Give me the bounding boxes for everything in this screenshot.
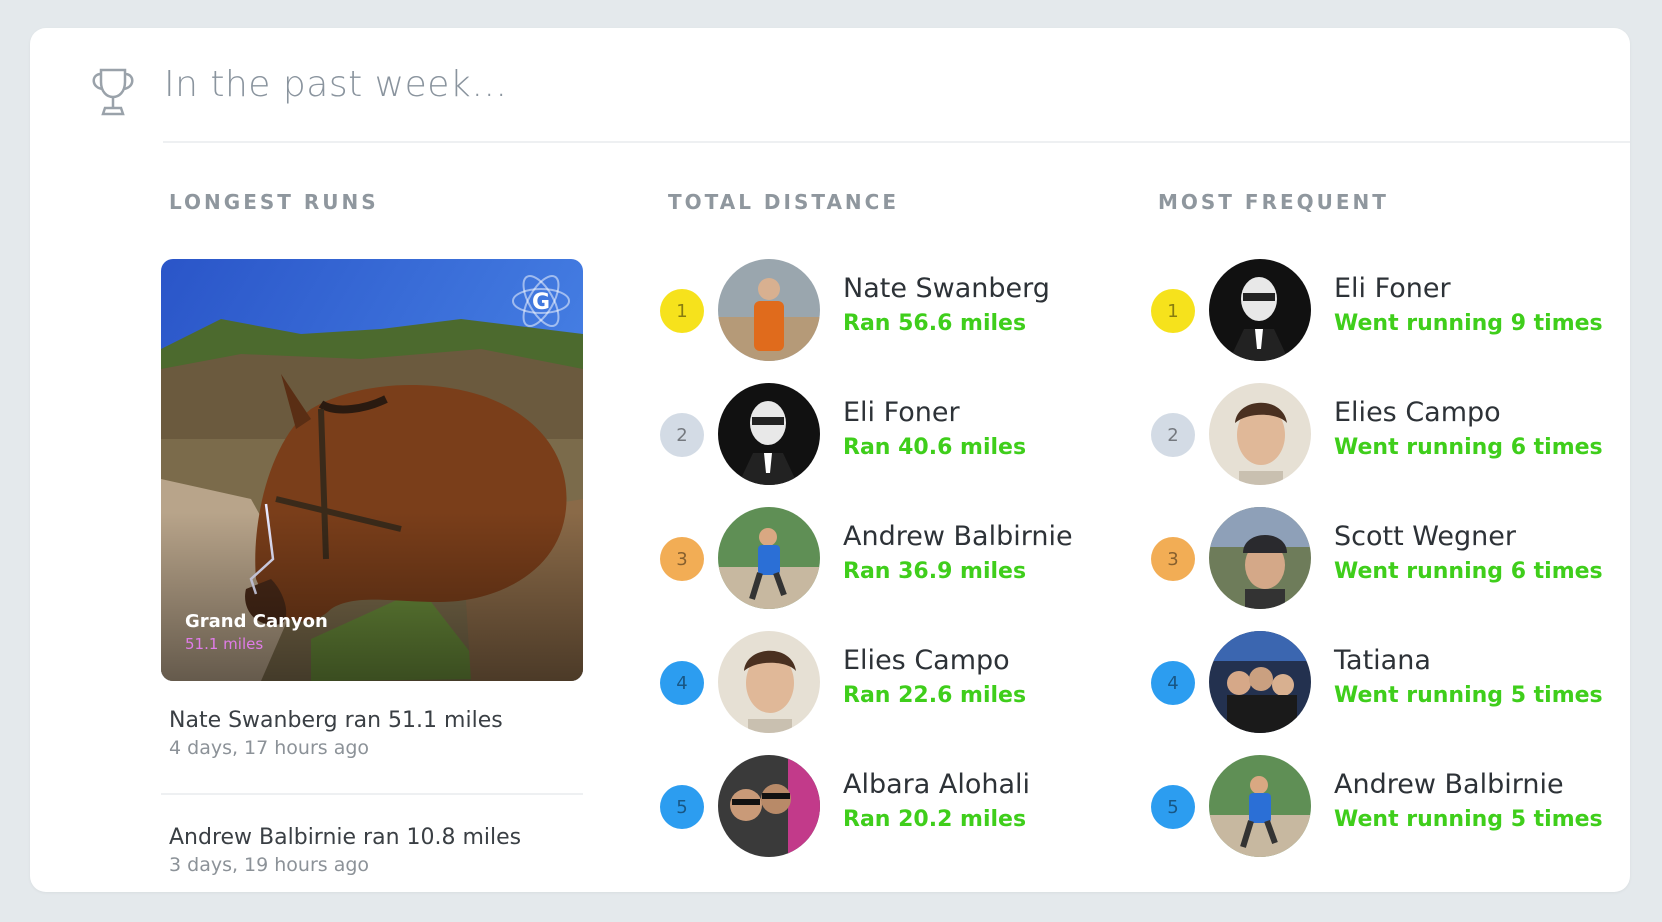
- header-divider: [163, 141, 1630, 143]
- avatar[interactable]: [718, 631, 820, 733]
- run-divider: [161, 793, 583, 795]
- runner-stat: Went running 6 times: [1334, 435, 1603, 460]
- rank-badge: 4: [1151, 661, 1195, 705]
- runner-stat: Ran 40.6 miles: [843, 435, 1027, 460]
- avatar[interactable]: [718, 507, 820, 609]
- rank-badge: 1: [660, 289, 704, 333]
- runner-stat: Ran 22.6 miles: [843, 683, 1027, 708]
- runner-stat: Went running 6 times: [1334, 559, 1603, 584]
- header: In the past week…: [30, 28, 1630, 143]
- rank-badge: 2: [1151, 413, 1195, 457]
- run-photo-image: G Grand Canyon 51.1 miles: [161, 259, 583, 681]
- run-title[interactable]: Nate Swanberg ran 51.1 miles: [169, 708, 503, 733]
- weekly-leaderboard-card: In the past week… LONGEST RUNS TOTAL DIS…: [30, 28, 1630, 892]
- total-distance-title: TOTAL DISTANCE: [668, 190, 900, 214]
- longest-runs-title: LONGEST RUNS: [169, 190, 379, 214]
- featured-run-photo[interactable]: G Grand Canyon 51.1 miles: [161, 259, 583, 681]
- run-time: 4 days, 17 hours ago: [169, 737, 370, 759]
- runner-name[interactable]: Eli Foner: [843, 397, 960, 428]
- runner-name[interactable]: Andrew Balbirnie: [1334, 769, 1564, 800]
- avatar[interactable]: [1209, 507, 1311, 609]
- rank-badge: 2: [660, 413, 704, 457]
- runner-stat: Ran 36.9 miles: [843, 559, 1027, 584]
- runner-stat: Went running 5 times: [1334, 807, 1603, 832]
- runner-name[interactable]: Nate Swanberg: [843, 273, 1050, 304]
- svg-text:G: G: [532, 290, 550, 315]
- page-title: In the past week…: [164, 64, 508, 105]
- rank-badge: 5: [1151, 785, 1195, 829]
- runner-name[interactable]: Eli Foner: [1334, 273, 1451, 304]
- run-time: 3 days, 19 hours ago: [169, 854, 370, 876]
- rank-badge: 4: [660, 661, 704, 705]
- photo-distance-label: 51.1 miles: [185, 635, 263, 653]
- avatar[interactable]: [1209, 755, 1311, 857]
- runner-stat: Went running 5 times: [1334, 683, 1603, 708]
- rank-badge: 1: [1151, 289, 1195, 333]
- trophy-icon: [92, 68, 134, 116]
- avatar[interactable]: [1209, 631, 1311, 733]
- avatar[interactable]: [1209, 259, 1311, 361]
- runner-stat: Went running 9 times: [1334, 311, 1603, 336]
- photo-location-label: Grand Canyon: [185, 611, 328, 632]
- rank-badge: 5: [660, 785, 704, 829]
- runner-name[interactable]: Tatiana: [1334, 645, 1431, 676]
- runner-name[interactable]: Andrew Balbirnie: [843, 521, 1073, 552]
- runner-stat: Ran 56.6 miles: [843, 311, 1027, 336]
- avatar[interactable]: [718, 259, 820, 361]
- run-title[interactable]: Andrew Balbirnie ran 10.8 miles: [169, 825, 521, 850]
- runner-stat: Ran 20.2 miles: [843, 807, 1027, 832]
- avatar[interactable]: [718, 383, 820, 485]
- rank-badge: 3: [660, 537, 704, 581]
- rank-badge: 3: [1151, 537, 1195, 581]
- most-frequent-title: MOST FREQUENT: [1158, 190, 1389, 214]
- avatar[interactable]: [1209, 383, 1311, 485]
- run-list-item[interactable]: Andrew Balbirnie ran 10.8 miles 3 days, …: [169, 825, 521, 876]
- avatar[interactable]: [718, 755, 820, 857]
- run-list-item[interactable]: Nate Swanberg ran 51.1 miles 4 days, 17 …: [169, 708, 503, 759]
- runner-name[interactable]: Albara Alohali: [843, 769, 1030, 800]
- runner-name[interactable]: Scott Wegner: [1334, 521, 1516, 552]
- runner-name[interactable]: Elies Campo: [1334, 397, 1501, 428]
- runner-name[interactable]: Elies Campo: [843, 645, 1010, 676]
